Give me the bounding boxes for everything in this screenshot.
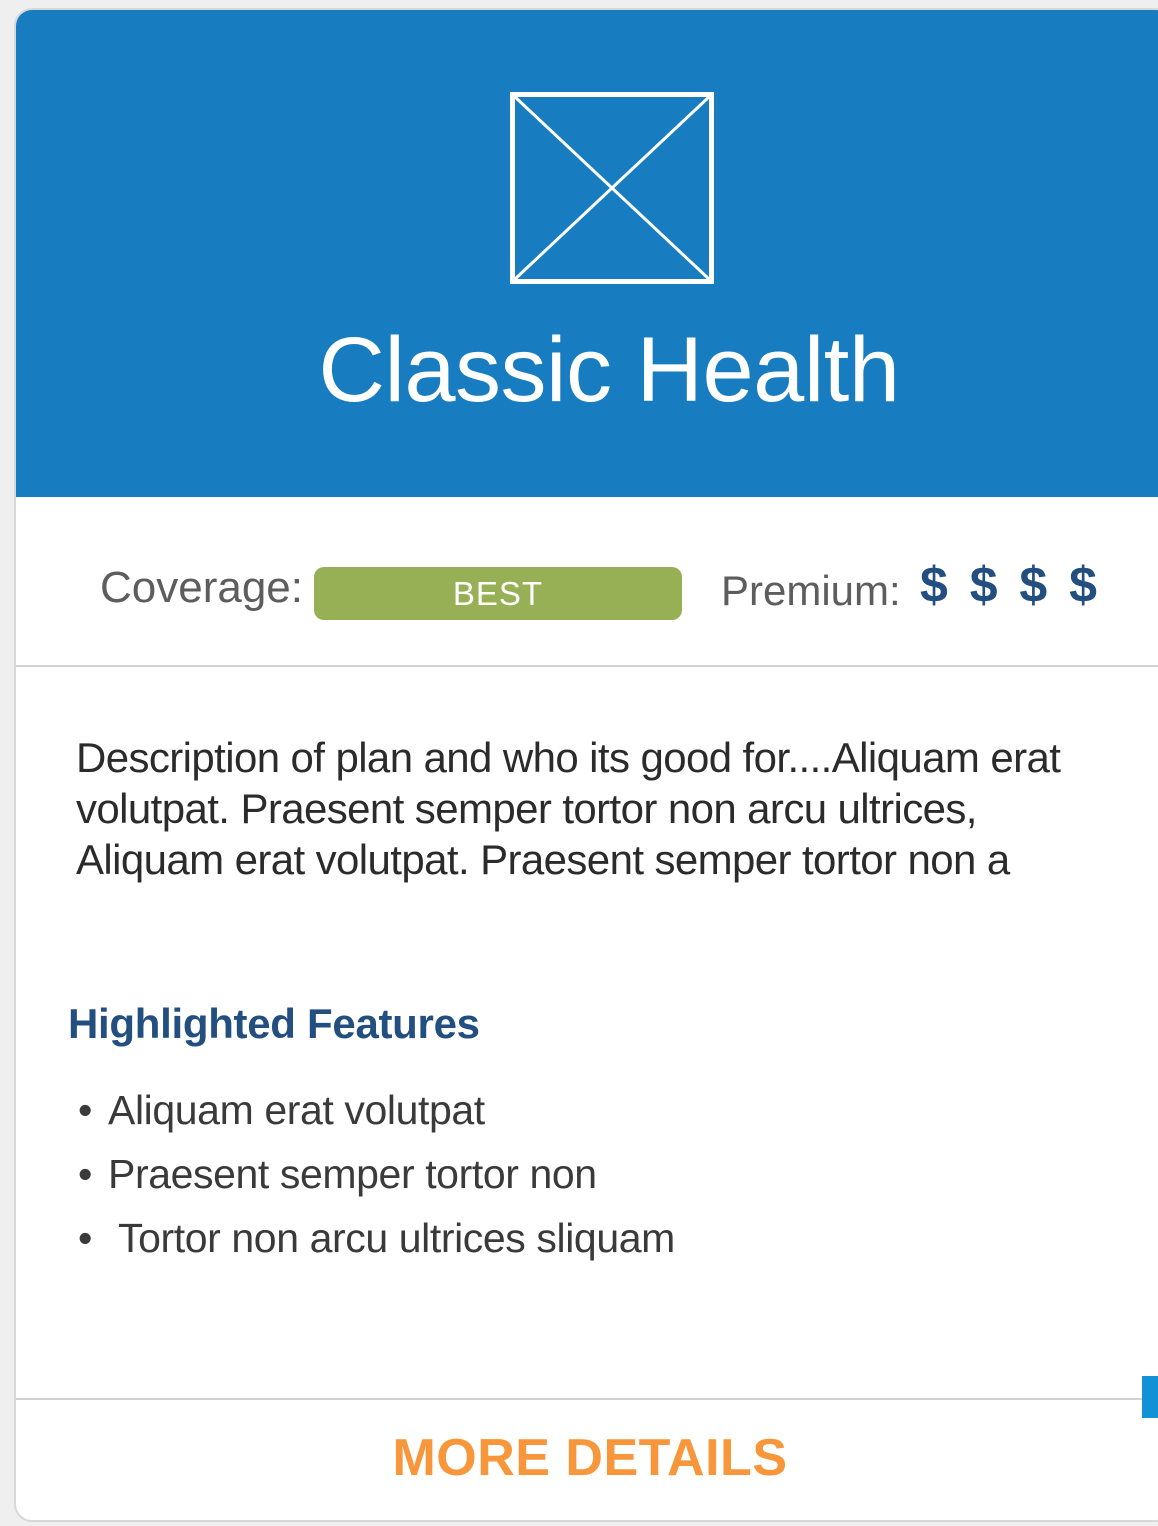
feature-text: Praesent semper tortor non [108,1151,597,1197]
bullet-icon: • [78,1087,92,1133]
bullet-icon: • [78,1151,92,1197]
premium-label: Premium: [721,567,901,614]
card-footer: MORE DETAILS [16,1398,1158,1520]
coverage-premium-row: Coverage: BEST Premium: $ $ $ $ [16,497,1158,667]
feature-item: • Aliquam erat volutpat [76,1078,675,1142]
coverage-label: Coverage: [100,563,304,612]
plan-description: Description of plan and who its good for… [76,734,1061,883]
features-heading: Highlighted Features [68,1000,480,1047]
plan-card: Classic Health Coverage: BEST Premium: $… [14,8,1158,1522]
image-placeholder-icon [510,92,714,284]
bullet-icon: • [78,1215,92,1261]
feature-item: • Tortor non arcu ultrices sliquam [76,1206,675,1270]
coverage-badge: BEST [314,567,682,620]
premium-value: $ $ $ $ [920,557,1099,613]
scroll-indicator [1142,1376,1158,1418]
feature-text: Aliquam erat volutpat [108,1087,485,1133]
feature-text: Tortor non arcu ultrices sliquam [118,1215,675,1261]
plan-title: Classic Health [318,319,900,421]
features-list: • Aliquam erat volutpat • Praesent semper … [76,1078,675,1270]
more-details-link[interactable]: MORE DETAILS [16,1428,1158,1488]
card-header: Classic Health [16,10,1158,497]
feature-item: • Praesent semper tortor non [76,1142,675,1206]
